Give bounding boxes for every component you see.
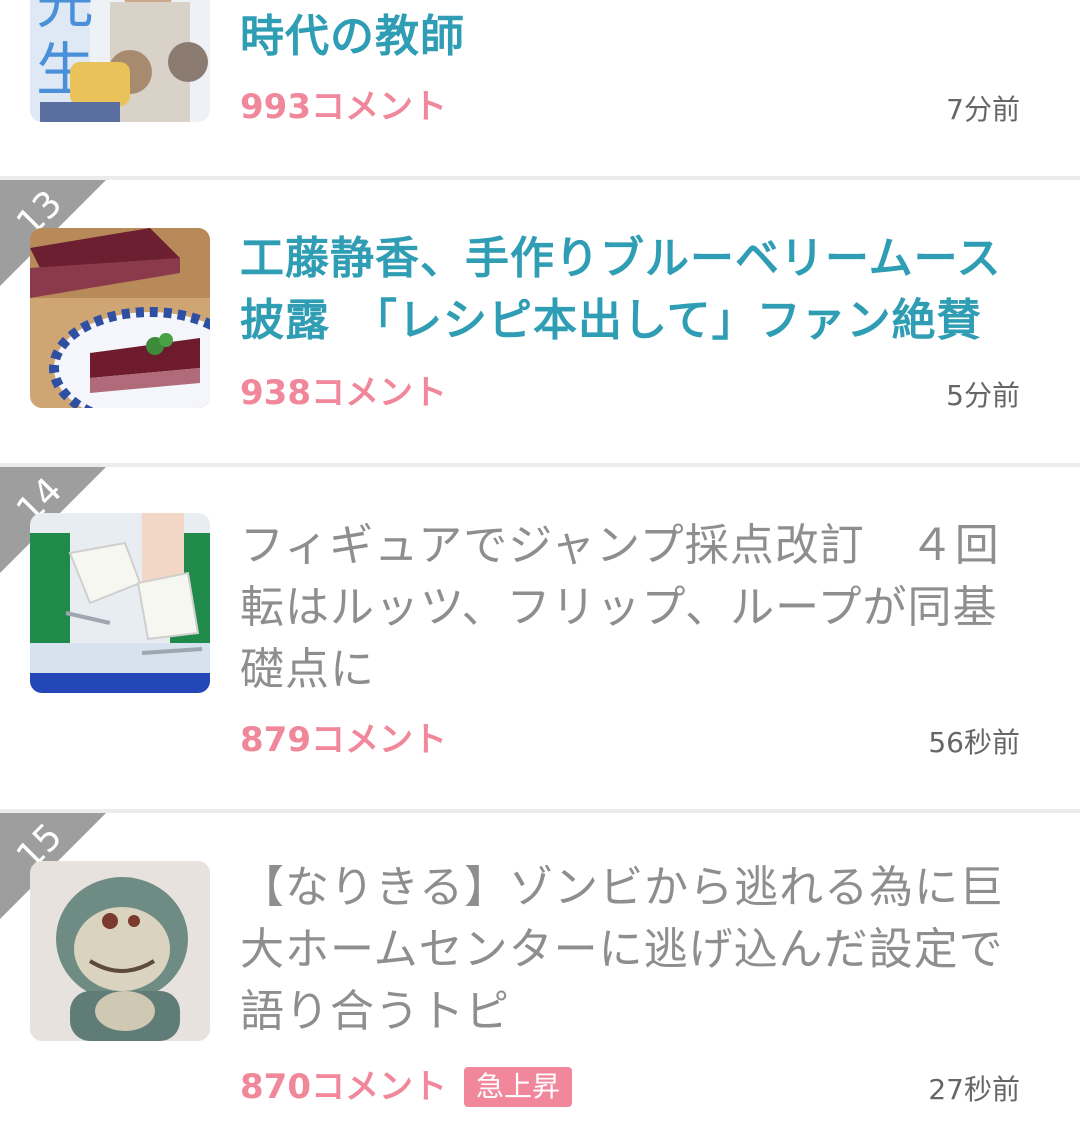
posted-time: 7分前 bbox=[946, 93, 1020, 126]
topic-item[interactable]: 14 フィギュアでジャンプ採点改訂 ４回転はルッツ、フリップ、ループが同基礎点に… bbox=[0, 467, 1080, 809]
comment-count: 938コメント bbox=[240, 373, 447, 413]
topic-title[interactable]: フィギュアでジャンプ採点改訂 ４回転はルッツ、フリップ、ループが同基礎点に bbox=[240, 515, 1020, 701]
manga-cover-image: 先 生 bbox=[30, 0, 210, 122]
topic-thumbnail bbox=[30, 513, 210, 693]
topic-ranking-list: 先 生 時代の教師 993コメント 7分前 13 工藤静香、手作りブルーベリーム… bbox=[0, 0, 1080, 1134]
blueberry-mousse-image bbox=[30, 228, 210, 408]
comment-count: 870コメント bbox=[240, 1067, 447, 1107]
posted-time: 5分前 bbox=[946, 379, 1020, 412]
trending-badge: 急上昇 bbox=[464, 1067, 573, 1107]
topic-item[interactable]: 先 生 時代の教師 993コメント 7分前 bbox=[0, 0, 1080, 176]
topic-thumbnail: 先 生 bbox=[30, 0, 210, 122]
posted-time: 27秒前 bbox=[928, 1073, 1020, 1106]
comment-count: 879コメント bbox=[240, 720, 447, 760]
worn-plush-toy-image bbox=[30, 861, 210, 1041]
topic-item[interactable]: 13 工藤静香、手作りブルーベリームース披露 「レシピ本出して」ファン絶賛 93… bbox=[0, 180, 1080, 463]
comment-count: 993コメント bbox=[240, 87, 447, 127]
svg-text:先: 先 bbox=[36, 0, 94, 36]
topic-thumbnail bbox=[30, 861, 210, 1041]
figure-skate-image bbox=[30, 513, 210, 693]
topic-item[interactable]: 15 【なりきる】ゾンビから逃れる為に巨大ホームセンターに逃げ込んだ設定で語り合… bbox=[0, 813, 1080, 1134]
topic-title[interactable]: 【なりきる】ゾンビから逃れる為に巨大ホームセンターに逃げ込んだ設定で語り合うトピ bbox=[240, 857, 1020, 1043]
topic-thumbnail bbox=[30, 228, 210, 408]
topic-title[interactable]: 工藤静香、手作りブルーベリームース披露 「レシピ本出して」ファン絶賛 bbox=[240, 228, 1020, 352]
topic-title[interactable]: 時代の教師 bbox=[240, 6, 1020, 68]
posted-time: 56秒前 bbox=[928, 726, 1020, 759]
